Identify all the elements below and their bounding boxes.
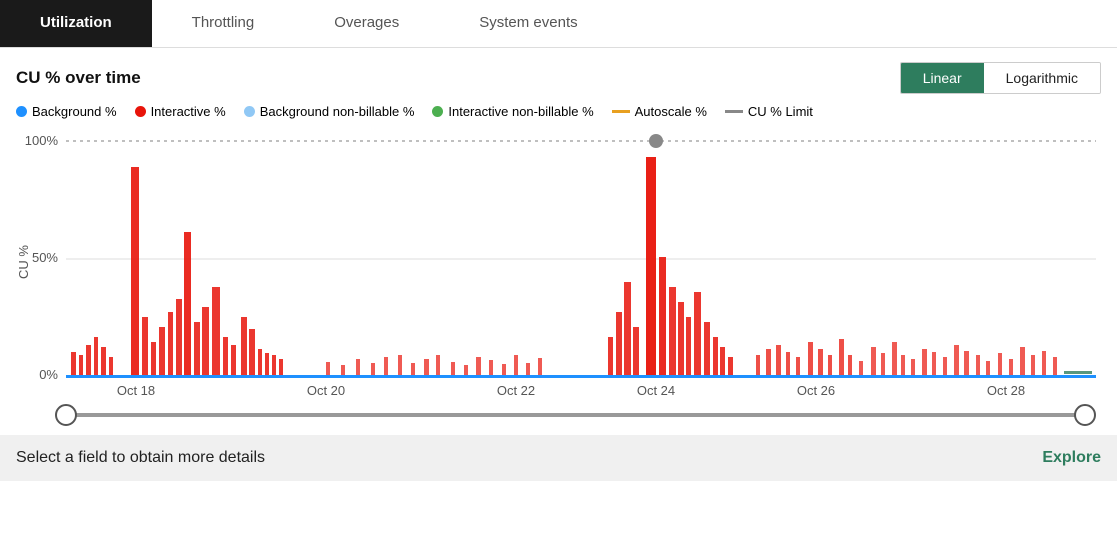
legend-interactive: Interactive % — [135, 104, 226, 119]
legend-autoscale-label: Autoscale % — [635, 104, 707, 119]
main-content: CU % over time Linear Logarithmic Backgr… — [0, 48, 1117, 431]
svg-text:Oct 24: Oct 24 — [637, 383, 675, 397]
chart-legend: Background % Interactive % Background no… — [16, 104, 1101, 119]
legend-interactive-nonbillable-label: Interactive non-billable % — [448, 104, 593, 119]
legend-background-nonbillable-label: Background non-billable % — [260, 104, 415, 119]
legend-background-nonbillable: Background non-billable % — [244, 104, 415, 119]
tab-overages[interactable]: Overages — [294, 0, 439, 47]
background-nonbillable-dot-icon — [244, 106, 255, 117]
svg-text:CU %: CU % — [16, 245, 31, 279]
interactive-dot-icon — [135, 106, 146, 117]
svg-text:50%: 50% — [32, 250, 58, 265]
range-slider-wrapper — [16, 397, 1101, 431]
chart-area: 100% 50% 0% — [16, 127, 1101, 397]
chart-header: CU % over time Linear Logarithmic — [16, 62, 1101, 94]
interactive-nonbillable-dot-icon — [432, 106, 443, 117]
scale-toggle: Linear Logarithmic — [900, 62, 1101, 94]
svg-text:Oct 18: Oct 18 — [117, 383, 155, 397]
range-handle-left[interactable] — [55, 404, 77, 426]
chart-svg: 100% 50% 0% — [16, 127, 1101, 397]
range-handle-right[interactable] — [1074, 404, 1096, 426]
legend-interactive-label: Interactive % — [151, 104, 226, 119]
svg-text:Oct 20: Oct 20 — [307, 383, 345, 397]
legend-background-label: Background % — [32, 104, 117, 119]
bottom-bar: Select a field to obtain more details Ex… — [0, 435, 1117, 481]
scale-logarithmic-button[interactable]: Logarithmic — [984, 63, 1100, 93]
svg-text:Oct 22: Oct 22 — [497, 383, 535, 397]
tab-throttling[interactable]: Throttling — [152, 0, 295, 47]
bottom-text: Select a field to obtain more details — [16, 449, 265, 467]
tab-utilization[interactable]: Utilization — [0, 0, 152, 47]
legend-autoscale: Autoscale % — [612, 104, 707, 119]
svg-text:Oct 28: Oct 28 — [987, 383, 1025, 397]
tab-bar: Utilization Throttling Overages System e… — [0, 0, 1117, 48]
tab-system-events[interactable]: System events — [439, 0, 617, 47]
svg-text:0%: 0% — [39, 367, 58, 382]
explore-button[interactable]: Explore — [1042, 449, 1101, 467]
background-dot-icon — [16, 106, 27, 117]
autoscale-line-icon — [612, 110, 630, 113]
svg-text:100%: 100% — [25, 133, 59, 148]
legend-cu-limit-label: CU % Limit — [748, 104, 813, 119]
range-slider[interactable] — [66, 401, 1085, 429]
chart-title: CU % over time — [16, 68, 141, 88]
legend-background: Background % — [16, 104, 117, 119]
legend-interactive-nonbillable: Interactive non-billable % — [432, 104, 593, 119]
legend-cu-limit: CU % Limit — [725, 104, 813, 119]
cu-limit-line-icon — [725, 110, 743, 113]
scale-linear-button[interactable]: Linear — [901, 63, 984, 93]
svg-text:Oct 26: Oct 26 — [797, 383, 835, 397]
